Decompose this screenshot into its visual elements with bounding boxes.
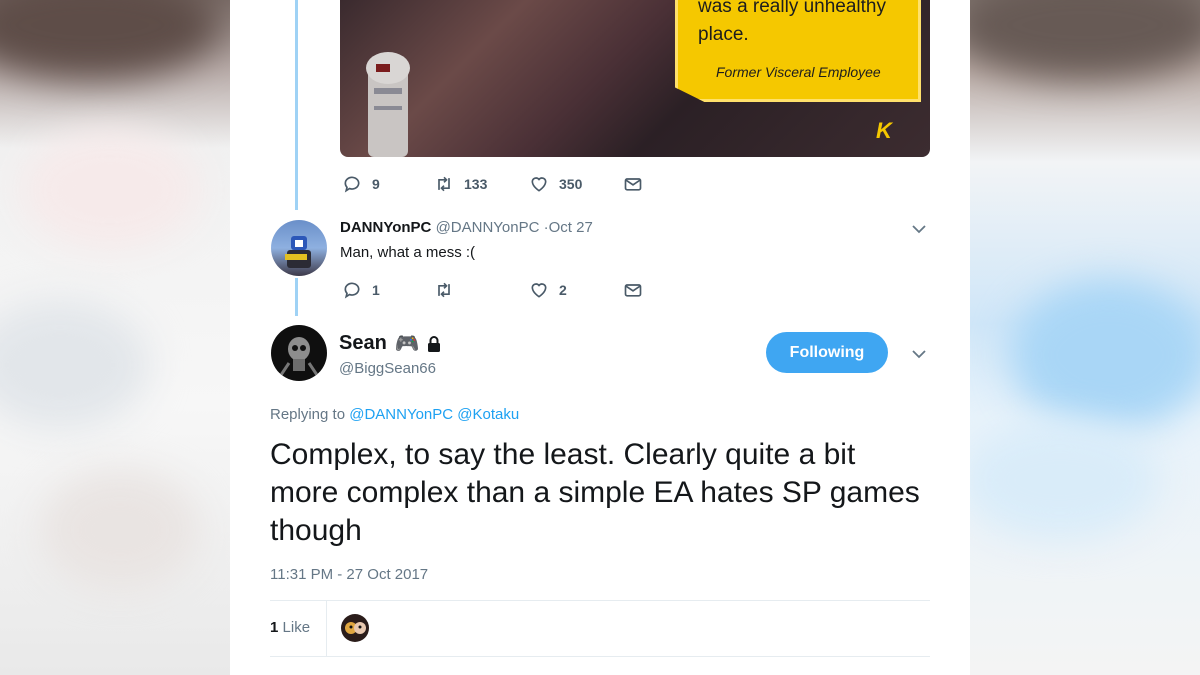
- like-count: 2: [559, 282, 567, 298]
- quote-line-1: was a really unhealthy: [698, 0, 886, 17]
- liker-avatar-image: [345, 622, 366, 634]
- reply-author-handle[interactable]: @DANNYonPC: [436, 219, 540, 236]
- replying-to-label: Replying to: [270, 406, 346, 423]
- like-count: 350: [559, 176, 583, 192]
- tweet-thread-card: was a really unhealthy place. Former Vis…: [230, 0, 970, 675]
- kotaku-logo: K: [876, 118, 892, 143]
- avatar[interactable]: [271, 220, 327, 276]
- retweet-count: 133: [464, 176, 488, 192]
- reply-icon: [344, 176, 360, 193]
- retweet-icon: [438, 282, 450, 298]
- reply-date[interactable]: ·Oct 27: [544, 219, 593, 236]
- robot-figure: [366, 52, 410, 157]
- quote-author: Former Visceral Employee: [716, 64, 881, 80]
- thread-line-bottom: [295, 278, 298, 316]
- likes-count: 1: [270, 619, 279, 636]
- heart-icon: [531, 177, 547, 192]
- retweet-button[interactable]: [434, 280, 454, 300]
- reply-button[interactable]: 1: [342, 280, 380, 300]
- reply-text: Man, what a mess :(: [340, 244, 476, 261]
- likes-label: Like: [282, 619, 311, 636]
- blurred-background-right: [970, 0, 1200, 675]
- chevron-down-icon[interactable]: [911, 346, 927, 362]
- gamepad-emoji: 🎮: [394, 333, 420, 355]
- thread-line-top: [295, 0, 298, 210]
- avatar-lego-figure: [285, 236, 311, 268]
- avatar[interactable]: [271, 325, 327, 381]
- like-button[interactable]: 350: [529, 174, 582, 194]
- heart-icon: [531, 283, 547, 298]
- divider: [270, 656, 930, 657]
- reply-icon: [344, 282, 360, 299]
- reply-count: 1: [372, 282, 380, 298]
- quote-line-2: place.: [698, 24, 749, 45]
- chevron-down-icon[interactable]: [911, 221, 927, 237]
- blurred-background-left: [0, 0, 230, 675]
- author-name[interactable]: Sean: [339, 332, 387, 355]
- tweet-text: Complex, to say the least. Clearly quite…: [270, 438, 920, 547]
- mention-link[interactable]: @Kotaku: [457, 406, 519, 423]
- reply-actions: 1 2: [342, 280, 662, 300]
- direct-message-button[interactable]: [623, 280, 643, 300]
- retweet-button[interactable]: 133: [434, 174, 487, 194]
- reply-count: 9: [372, 176, 380, 192]
- liker-avatar[interactable]: [341, 614, 369, 642]
- mention-link[interactable]: @DANNYonPC: [349, 406, 453, 423]
- tweet-actions: 9 133 350: [342, 174, 662, 194]
- likes-summary[interactable]: 1 Like: [270, 619, 310, 636]
- tweet-timestamp[interactable]: 11:31 PM - 27 Oct 2017: [270, 566, 428, 583]
- mail-icon: [624, 284, 642, 297]
- avatar-skull-figure: [279, 337, 319, 376]
- like-button[interactable]: 2: [529, 280, 567, 300]
- following-button[interactable]: Following: [766, 332, 888, 373]
- stats-separator: [326, 600, 327, 656]
- direct-message-button[interactable]: [623, 174, 643, 194]
- lock-icon: [427, 335, 440, 352]
- quote-box: was a really unhealthy place. Former Vis…: [675, 0, 921, 102]
- retweet-icon: [438, 176, 450, 192]
- reply-author-name[interactable]: DANNYonPC: [340, 219, 431, 236]
- divider: [270, 600, 930, 601]
- mail-icon: [624, 178, 642, 191]
- reply-button[interactable]: 9: [342, 174, 380, 194]
- tweet-image[interactable]: was a really unhealthy place. Former Vis…: [340, 0, 930, 157]
- author-handle[interactable]: @BiggSean66: [339, 360, 436, 377]
